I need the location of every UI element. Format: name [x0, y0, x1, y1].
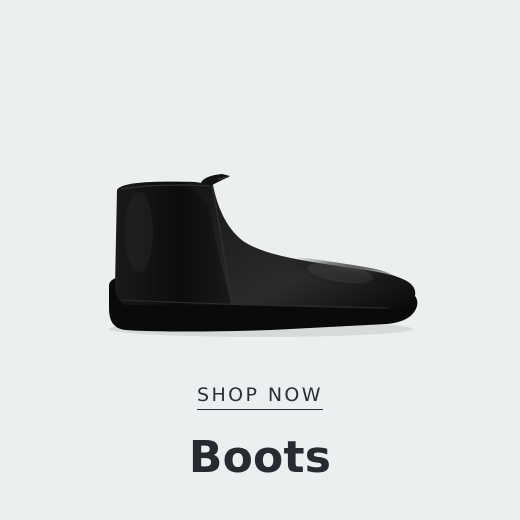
category-card[interactable]: SHOP NOW Boots [0, 0, 520, 520]
category-title: Boots [188, 432, 332, 483]
shop-now-link[interactable]: SHOP NOW [197, 382, 323, 410]
ankle-boot-icon [109, 174, 418, 337]
boot-product-image[interactable] [100, 160, 422, 345]
